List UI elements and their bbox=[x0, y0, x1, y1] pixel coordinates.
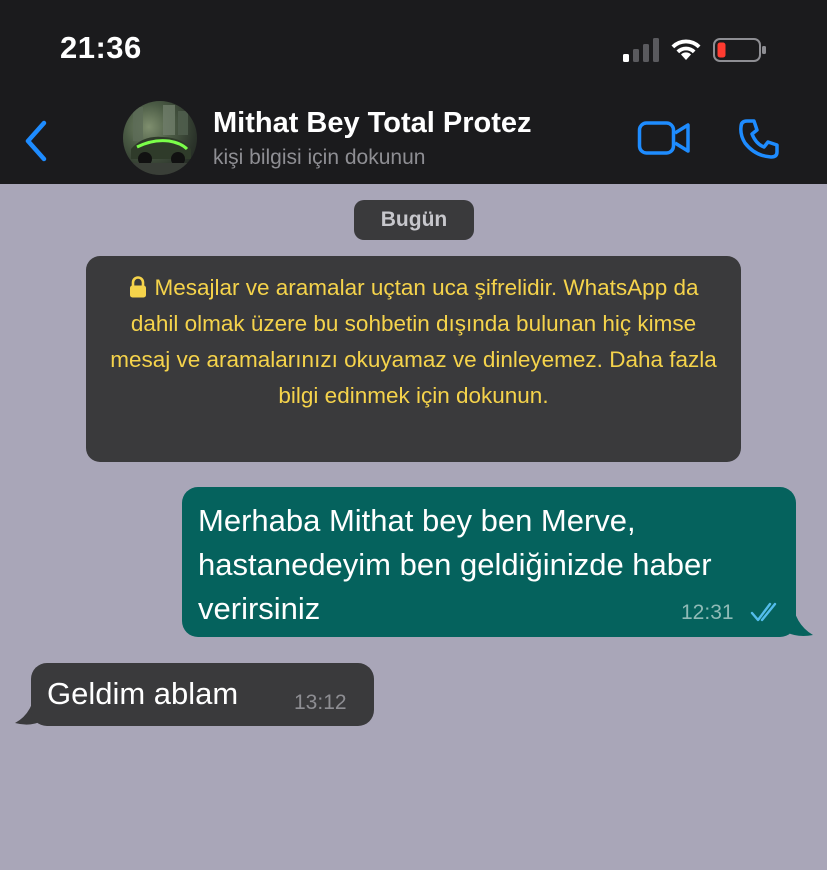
back-chevron-icon[interactable] bbox=[20, 118, 54, 164]
contact-avatar[interactable] bbox=[123, 101, 197, 175]
status-time: 21:36 bbox=[60, 30, 142, 65]
contact-info-hint[interactable]: kişi bilgisi için dokunun bbox=[213, 146, 425, 170]
date-separator: Bugün bbox=[354, 200, 474, 240]
outgoing-message-text: Merhaba Mithat bey ben Merve, hastanedey… bbox=[198, 503, 712, 626]
encryption-notice[interactable]: Mesajlar ve aramalar uçtan uca şifrelidi… bbox=[86, 256, 741, 462]
double-check-read-icon bbox=[750, 602, 777, 622]
video-call-icon[interactable] bbox=[637, 118, 691, 158]
phone-call-icon[interactable] bbox=[737, 117, 781, 161]
contact-name[interactable]: Mithat Bey Total Protez bbox=[213, 107, 532, 140]
wifi-icon bbox=[671, 39, 701, 60]
outgoing-message-time: 12:31 bbox=[681, 601, 734, 624]
avatar-image bbox=[123, 105, 197, 175]
incoming-message-text: Geldim ablam bbox=[47, 676, 239, 711]
battery-low-icon bbox=[713, 38, 766, 62]
incoming-message-time: 13:12 bbox=[294, 691, 347, 714]
lock-icon bbox=[129, 276, 146, 298]
encryption-notice-text: Mesajlar ve aramalar uçtan uca şifrelidi… bbox=[110, 275, 717, 408]
top-bar: 21:36 Mithat Bey Total Protez kişi bilgi… bbox=[0, 0, 827, 184]
cellular-signal-icon bbox=[623, 38, 659, 62]
